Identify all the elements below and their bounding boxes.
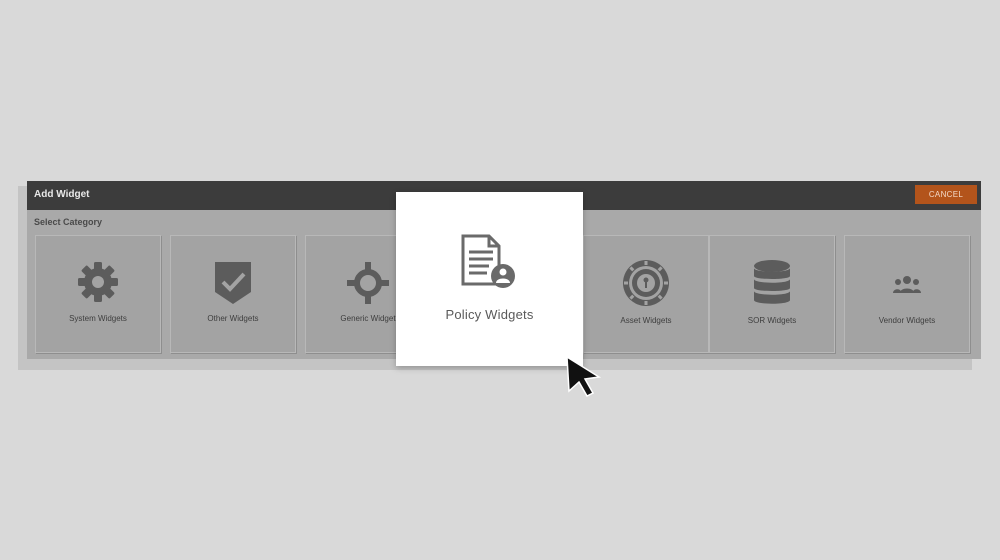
- safe-dial-icon: [623, 260, 669, 306]
- tile-sor-widgets[interactable]: SOR Widgets: [709, 235, 835, 353]
- dialog-title: Add Widget: [34, 189, 90, 200]
- policy-widgets-label: Policy Widgets: [445, 307, 534, 322]
- select-category-label: Select Category: [34, 217, 103, 227]
- cancel-button[interactable]: CANCEL: [915, 185, 977, 204]
- mouse-cursor-icon: [566, 355, 602, 397]
- database-icon: [754, 260, 790, 304]
- tile-asset-widgets[interactable]: Asset Widgets: [583, 235, 709, 353]
- tile-other-widgets[interactable]: Other Widgets: [170, 235, 296, 353]
- tile-label: Vendor Widgets: [878, 316, 936, 325]
- gear-icon: [78, 262, 118, 302]
- crosshair-icon: [347, 262, 389, 304]
- tile-label: SOR Widgets: [747, 316, 797, 325]
- users-icon: [893, 276, 921, 293]
- tile-vendor-widgets[interactable]: Vendor Widgets: [844, 235, 970, 353]
- badge-check-icon: [215, 262, 251, 304]
- tile-label: Asset Widgets: [620, 316, 672, 325]
- tile-label: System Widgets: [69, 314, 127, 323]
- tile-label: Other Widgets: [207, 314, 259, 323]
- policy-document-icon: [461, 234, 515, 288]
- tile-policy-widgets[interactable]: Policy Widgets: [396, 192, 583, 366]
- tile-system-widgets[interactable]: System Widgets: [35, 235, 161, 353]
